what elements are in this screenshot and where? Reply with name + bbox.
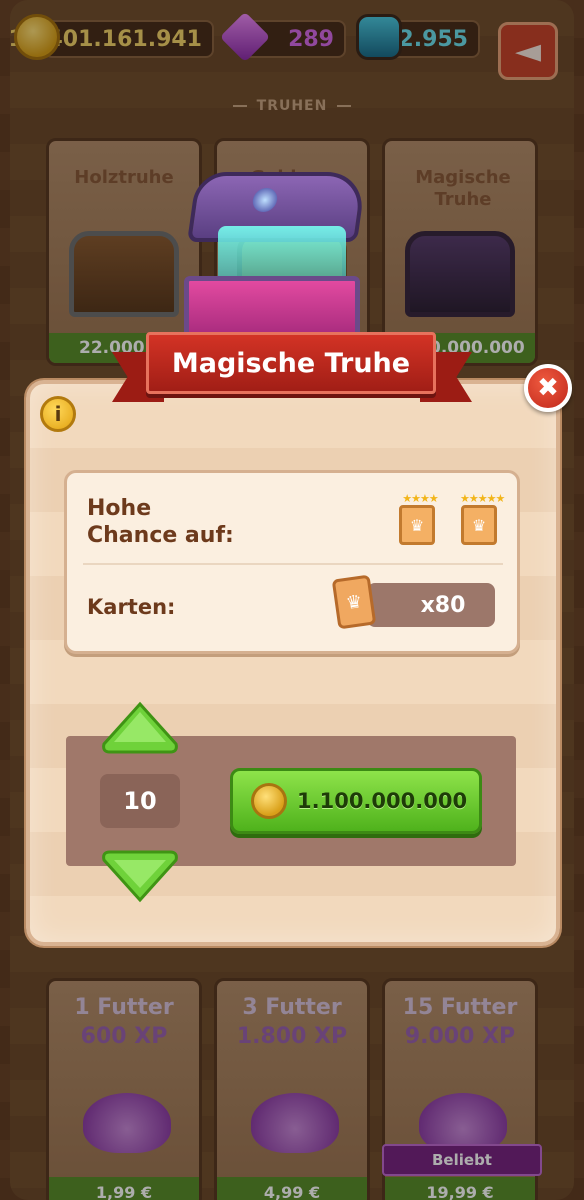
chest-details-panel: Hohe Chance auf: ★★★★ ♛ ★★★★★ ♛ Karten: … (64, 470, 520, 654)
rare-card-icon: ★★★★ ♛ (399, 492, 439, 545)
decrease-quantity-button[interactable] (100, 848, 180, 904)
crown-icon: ♛ (409, 515, 425, 535)
arrow-down-icon (102, 850, 178, 903)
quantity-value[interactable]: 10 (100, 774, 180, 828)
divider (83, 563, 503, 565)
buy-button[interactable]: 1.100.000.000 (230, 768, 482, 834)
modal-title-banner: Magische Truhe (146, 332, 436, 394)
modal-title: Magische Truhe (171, 347, 411, 379)
close-icon: ✖ (537, 373, 559, 403)
info-icon: i (54, 402, 62, 426)
star-rating-icon: ★★★★★ (460, 492, 505, 505)
cards-count: x80 (367, 583, 495, 627)
cards-label: Karten: (87, 595, 176, 619)
chance-label: Hohe Chance auf: (87, 496, 234, 548)
crown-icon: ♛ (471, 515, 487, 535)
increase-quantity-button[interactable] (100, 700, 180, 756)
crown-icon: ♛ (344, 590, 364, 614)
coin-icon (251, 783, 287, 819)
close-button[interactable]: ✖ (524, 364, 572, 412)
star-rating-icon: ★★★★ (402, 492, 438, 505)
gem-ornament (251, 188, 279, 212)
arrow-up-icon (102, 701, 178, 754)
rare-card-icon: ★★★★★ ♛ (460, 492, 505, 545)
buy-price: 1.100.000.000 (297, 789, 468, 813)
card-icon: ♛ (331, 574, 377, 630)
info-button[interactable]: i (40, 396, 76, 432)
magic-chest-open-icon (184, 172, 384, 352)
